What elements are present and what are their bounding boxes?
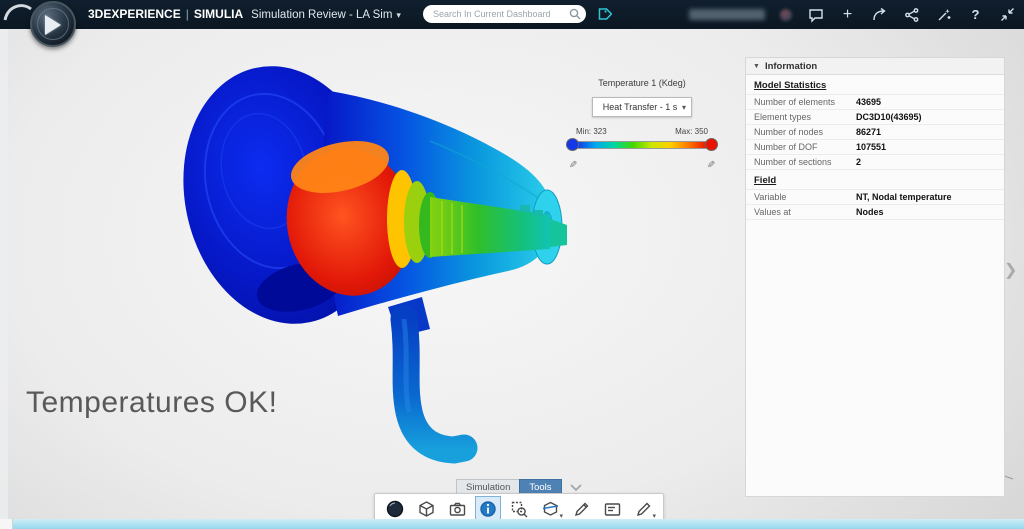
edit-max-icon[interactable]: ✎: [707, 160, 715, 171]
table-row: Values at Nodes: [746, 205, 1004, 220]
user-name-blurred[interactable]: [689, 9, 765, 20]
table-row: Element types DC3D10(43695): [746, 110, 1004, 125]
load-case-label: Heat Transfer - 1 s: [598, 102, 682, 112]
legend-title: Temperature 1 (Kdeg): [566, 78, 718, 88]
dropdown-caret-icon: ▾: [682, 103, 686, 112]
field-heading: Field: [746, 170, 1004, 190]
color-scale-bar: [576, 141, 708, 149]
information-panel-header[interactable]: ▼ Information: [746, 58, 1004, 75]
row-label: Variable: [754, 192, 856, 202]
table-row: Number of elements 43695: [746, 95, 1004, 110]
row-value: NT, Nodal temperature: [856, 192, 996, 202]
app-name: SIMULIA: [194, 7, 243, 21]
collapse-triangle-icon: ▼: [753, 63, 760, 70]
search-input[interactable]: [423, 9, 567, 19]
row-label: Values at: [754, 207, 856, 217]
row-label: Element types: [754, 112, 856, 122]
brand-name: 3DEXPERIENCE: [88, 7, 181, 21]
row-value: 107551: [856, 142, 996, 152]
temperature-legend: Temperature 1 (Kdeg) Heat Transfer - 1 s…: [566, 78, 718, 152]
assistant-wand-icon[interactable]: [935, 6, 952, 23]
export-arrow-icon[interactable]: [871, 6, 888, 23]
row-label: Number of elements: [754, 97, 856, 107]
row-label: Number of sections: [754, 157, 856, 167]
avatar[interactable]: [780, 9, 792, 21]
table-row: Number of sections 2: [746, 155, 1004, 170]
bottom-left-corner: [0, 519, 13, 529]
information-panel: ▼ Information Model Statistics Number of…: [745, 57, 1005, 497]
legend-minmax: Min: 323 Max: 350: [576, 127, 708, 136]
collapse-window-icon[interactable]: [999, 6, 1016, 23]
table-row: Number of DOF 107551: [746, 140, 1004, 155]
header-actions: + ?: [689, 0, 1016, 29]
row-value: DC3D10(43695): [856, 112, 996, 122]
information-panel-title: Information: [765, 61, 817, 72]
app-title-block: 3DEXPERIENCE | SIMULIA Simulation Review - …: [88, 7, 401, 21]
3dexperience-compass-logo[interactable]: [30, 1, 76, 47]
help-icon[interactable]: ?: [967, 6, 984, 23]
dassault-swoosh-logo: [2, 0, 32, 24]
row-value: 43695: [856, 97, 996, 107]
compass-needle-icon: [45, 15, 61, 35]
add-icon[interactable]: +: [839, 6, 856, 23]
row-value: 2: [856, 157, 996, 167]
table-row: Variable NT, Nodal temperature: [746, 190, 1004, 205]
brand-divider: |: [186, 7, 189, 21]
viewer-annotation: Temperatures OK!: [26, 386, 277, 420]
legend-max-label: Max: 350: [675, 127, 708, 136]
row-label: Number of nodes: [754, 127, 856, 137]
row-value: Nodes: [856, 207, 996, 217]
legend-min-label: Min: 323: [576, 127, 607, 136]
chat-icon[interactable]: [807, 6, 824, 23]
legend-max-handle[interactable]: [705, 138, 718, 151]
bottom-edge-bar: [0, 519, 1024, 529]
legend-min-handle[interactable]: [566, 138, 579, 151]
top-bar: 3DEXPERIENCE | SIMULIA Simulation Review - …: [0, 0, 1024, 29]
load-case-dropdown[interactable]: Heat Transfer - 1 s ▾: [592, 97, 692, 117]
tabs-collapse-chevron-icon[interactable]: [569, 483, 583, 493]
row-value: 86271: [856, 127, 996, 137]
dashboard-title[interactable]: Simulation Review - LA Sim: [251, 9, 392, 21]
share-icon[interactable]: [903, 6, 920, 23]
row-label: Number of DOF: [754, 142, 856, 152]
model-statistics-heading: Model Statistics: [746, 75, 1004, 95]
title-caret-icon[interactable]: ▾: [396, 10, 401, 20]
edit-min-icon[interactable]: ✎: [569, 160, 577, 171]
panel-expand-chevron[interactable]: ❯: [1004, 260, 1017, 280]
table-row: Number of nodes 86271: [746, 125, 1004, 140]
search-icon[interactable]: [567, 6, 583, 22]
legend-bar-row: ✎ ✎: [566, 138, 718, 152]
tag-icon[interactable]: [593, 5, 613, 24]
search-box[interactable]: [423, 5, 586, 23]
